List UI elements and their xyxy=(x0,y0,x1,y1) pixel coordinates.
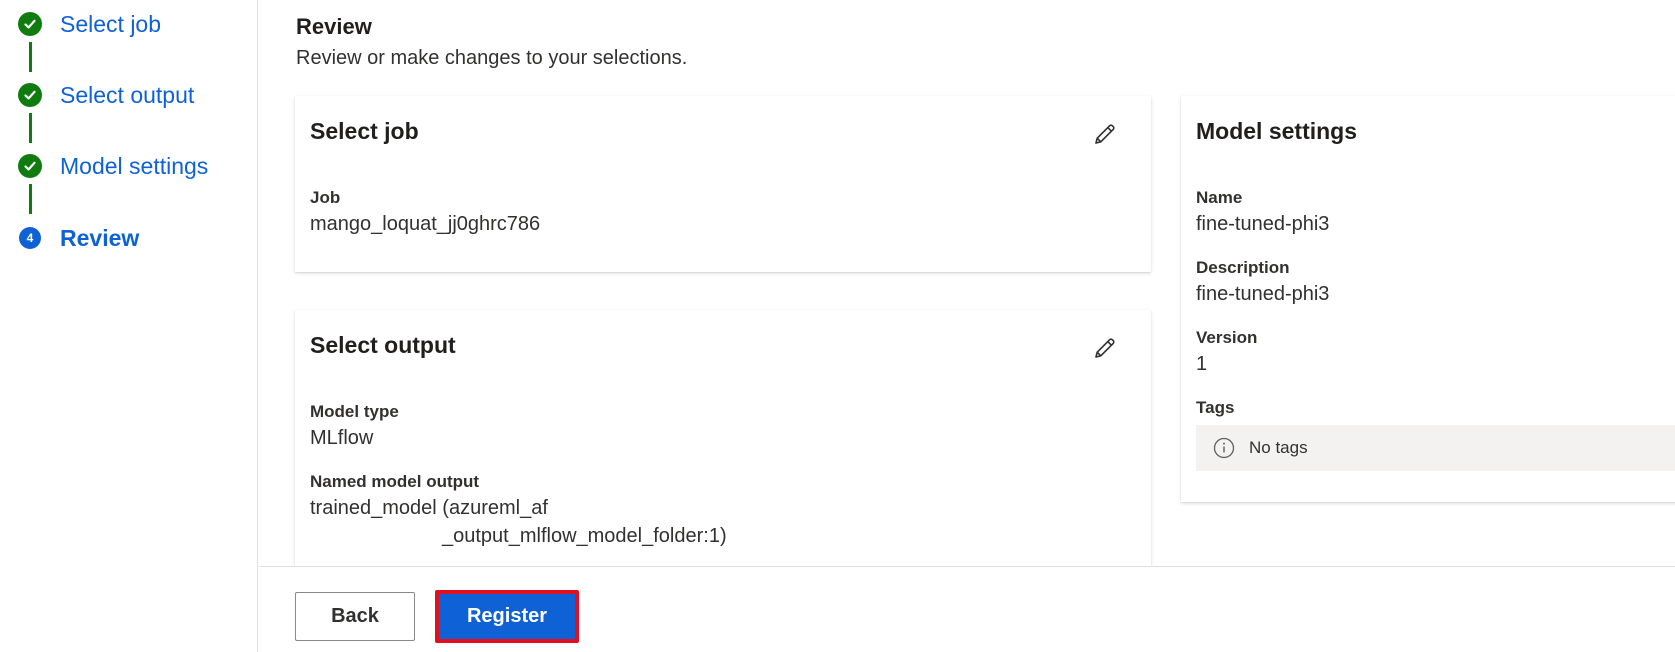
review-panel: Review Review or make changes to your se… xyxy=(259,0,1675,566)
wizard-footer: Back Register xyxy=(259,566,1675,652)
step-label: Select output xyxy=(60,81,195,108)
field-label-job: Job xyxy=(310,188,341,207)
info-icon xyxy=(1213,437,1235,459)
register-button[interactable]: Register xyxy=(435,590,579,643)
page-subtitle: Review or make changes to your selection… xyxy=(296,47,688,69)
card-title: Select job xyxy=(310,118,419,144)
step-number-badge: 4 xyxy=(19,227,41,249)
step-label: Model settings xyxy=(60,152,209,179)
edit-select-job-button[interactable] xyxy=(1087,118,1123,154)
checkmark-circle-icon xyxy=(18,154,42,178)
field-value-named-model-output-line2: _output_mlflow_model_folder:1) xyxy=(442,525,727,547)
field-label-description: Description xyxy=(1196,258,1290,277)
step-label: Select job xyxy=(60,10,162,37)
step-connector xyxy=(29,184,32,214)
field-label-name: Name xyxy=(1196,188,1243,207)
step-select-job[interactable]: Select job xyxy=(18,8,161,40)
model-settings-card: Model settings Name fine-tuned-phi3 Desc… xyxy=(1181,96,1675,502)
step-number: 4 xyxy=(26,231,34,245)
field-label-tags: Tags xyxy=(1196,398,1235,417)
checkmark-circle-icon xyxy=(18,12,42,36)
pencil-icon xyxy=(1093,336,1117,365)
field-value-name: fine-tuned-phi3 xyxy=(1196,213,1330,235)
step-select-output[interactable]: Select output xyxy=(18,79,194,111)
field-value-version: 1 xyxy=(1196,353,1208,375)
edit-select-output-button[interactable] xyxy=(1087,332,1123,368)
card-title: Select output xyxy=(310,332,456,358)
field-label-named-model-output: Named model output xyxy=(310,472,480,491)
page-title: Review xyxy=(296,14,372,39)
field-label-version: Version xyxy=(1196,328,1258,347)
field-value-description: fine-tuned-phi3 xyxy=(1196,283,1330,305)
tags-empty-message: No tags xyxy=(1196,425,1675,471)
pencil-icon xyxy=(1093,122,1117,151)
back-button[interactable]: Back xyxy=(295,592,415,641)
select-output-card: Select output Model type MLflow Named mo… xyxy=(295,310,1151,566)
step-connector xyxy=(29,42,32,72)
card-title: Model settings xyxy=(1196,118,1358,144)
wizard-stepper: Select job Select output Model settings … xyxy=(0,0,258,652)
step-label: Review xyxy=(60,224,140,251)
field-value-job: mango_loquat_jj0ghrc786 xyxy=(310,213,541,235)
step-model-settings[interactable]: Model settings xyxy=(18,150,208,182)
step-review[interactable]: 4 Review xyxy=(18,222,139,254)
field-value-named-model-output-line1: trained_model (azureml_af xyxy=(310,497,548,519)
tags-empty-text: No tags xyxy=(1249,438,1308,457)
field-label-model-type: Model type xyxy=(310,402,399,421)
step-connector xyxy=(29,113,32,143)
select-job-card: Select job Job mango_loquat_jj0ghrc786 xyxy=(295,96,1151,272)
checkmark-circle-icon xyxy=(18,83,42,107)
field-value-model-type: MLflow xyxy=(310,427,374,449)
